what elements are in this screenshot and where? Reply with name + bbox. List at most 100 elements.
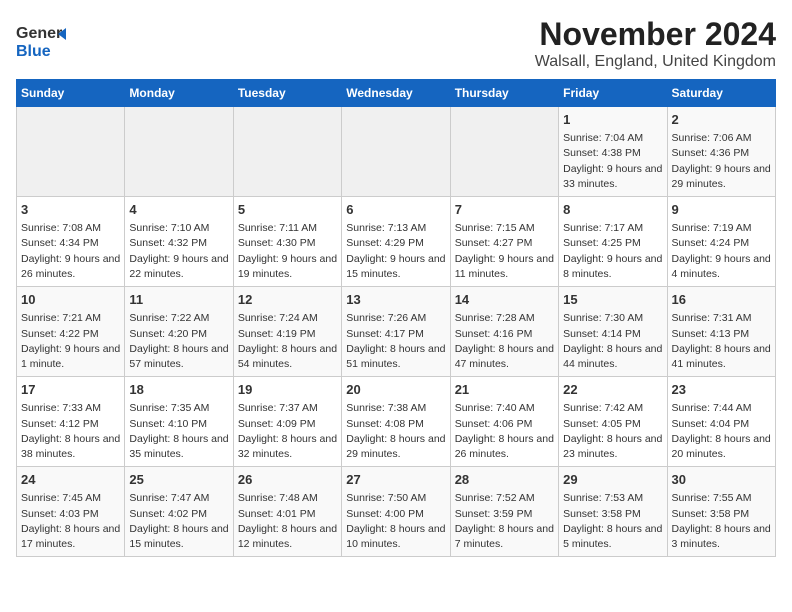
day-info: Sunrise: 7:13 AM Sunset: 4:29 PM Dayligh…	[346, 221, 445, 282]
calendar-cell: 29 Sunrise: 7:53 AM Sunset: 3:58 PM Dayli…	[559, 467, 667, 557]
calendar-cell: 30Sunrise: 7:55 AM Sunset: 3:58 PM Dayli…	[667, 467, 775, 557]
day-number: 6	[346, 201, 445, 219]
day-number: 11	[129, 291, 228, 309]
calendar-week-row: 3 Sunrise: 7:08 AM Sunset: 4:34 PM Daylig…	[17, 197, 776, 287]
calendar-table: SundayMondayTuesdayWednesdayThursdayFrid…	[16, 79, 776, 557]
calendar-cell: 7Sunrise: 7:15 AM Sunset: 4:27 PM Daylig…	[450, 197, 558, 287]
title-area: November 2024 Walsall, England, United K…	[535, 16, 776, 71]
calendar-cell: 14 Sunrise: 7:28 AM Sunset: 4:16 PM Dayli…	[450, 287, 558, 377]
day-number: 1	[563, 111, 662, 129]
weekday-header: Saturday	[667, 80, 775, 107]
svg-text:Blue: Blue	[16, 43, 51, 60]
day-number: 26	[238, 471, 337, 489]
calendar-week-row: 24Sunrise: 7:45 AM Sunset: 4:03 PM Dayli…	[17, 467, 776, 557]
day-info: Sunrise: 7:31 AM Sunset: 4:13 PM Dayligh…	[672, 311, 771, 372]
day-number: 10	[21, 291, 120, 309]
calendar-cell: 9Sunrise: 7:19 AM Sunset: 4:24 PM Daylig…	[667, 197, 775, 287]
day-number: 29	[563, 471, 662, 489]
calendar-cell: 6 Sunrise: 7:13 AM Sunset: 4:29 PM Daylig…	[342, 197, 450, 287]
day-number: 27	[346, 471, 445, 489]
calendar-cell	[125, 107, 233, 197]
calendar-week-row: 1 Sunrise: 7:04 AM Sunset: 4:38 PM Daylig…	[17, 107, 776, 197]
calendar-cell	[17, 107, 125, 197]
weekday-header: Wednesday	[342, 80, 450, 107]
header: General Blue November 2024 Walsall, Engl…	[16, 16, 776, 71]
day-info: Sunrise: 7:40 AM Sunset: 4:06 PM Dayligh…	[455, 401, 554, 462]
calendar-cell: 15 Sunrise: 7:30 AM Sunset: 4:14 PM Dayli…	[559, 287, 667, 377]
location-subtitle: Walsall, England, United Kingdom	[535, 53, 776, 71]
day-info: Sunrise: 7:44 AM Sunset: 4:04 PM Dayligh…	[672, 401, 771, 462]
weekday-header: Friday	[559, 80, 667, 107]
calendar-cell	[342, 107, 450, 197]
svg-text:General: General	[16, 25, 66, 42]
calendar-cell: 25 Sunrise: 7:47 AM Sunset: 4:02 PM Dayli…	[125, 467, 233, 557]
calendar-cell: 17 Sunrise: 7:33 AM Sunset: 4:12 PM Dayli…	[17, 377, 125, 467]
day-info: Sunrise: 7:24 AM Sunset: 4:19 PM Dayligh…	[238, 311, 337, 372]
day-number: 21	[455, 381, 554, 399]
day-info: Sunrise: 7:28 AM Sunset: 4:16 PM Dayligh…	[455, 311, 554, 372]
weekday-header: Tuesday	[233, 80, 341, 107]
day-info: Sunrise: 7:33 AM Sunset: 4:12 PM Dayligh…	[21, 401, 120, 462]
day-number: 3	[21, 201, 120, 219]
day-number: 15	[563, 291, 662, 309]
day-info: Sunrise: 7:08 AM Sunset: 4:34 PM Dayligh…	[21, 221, 120, 282]
calendar-cell: 8 Sunrise: 7:17 AM Sunset: 4:25 PM Daylig…	[559, 197, 667, 287]
day-info: Sunrise: 7:38 AM Sunset: 4:08 PM Dayligh…	[346, 401, 445, 462]
calendar-cell: 1 Sunrise: 7:04 AM Sunset: 4:38 PM Daylig…	[559, 107, 667, 197]
day-info: Sunrise: 7:47 AM Sunset: 4:02 PM Dayligh…	[129, 491, 228, 552]
calendar-cell: 11 Sunrise: 7:22 AM Sunset: 4:20 PM Dayli…	[125, 287, 233, 377]
day-number: 9	[672, 201, 771, 219]
day-info: Sunrise: 7:52 AM Sunset: 3:59 PM Dayligh…	[455, 491, 554, 552]
day-info: Sunrise: 7:11 AM Sunset: 4:30 PM Dayligh…	[238, 221, 337, 282]
logo: General Blue	[16, 16, 66, 66]
day-number: 13	[346, 291, 445, 309]
calendar-cell: 24Sunrise: 7:45 AM Sunset: 4:03 PM Dayli…	[17, 467, 125, 557]
day-info: Sunrise: 7:53 AM Sunset: 3:58 PM Dayligh…	[563, 491, 662, 552]
day-info: Sunrise: 7:50 AM Sunset: 4:00 PM Dayligh…	[346, 491, 445, 552]
weekday-header-row: SundayMondayTuesdayWednesdayThursdayFrid…	[17, 80, 776, 107]
weekday-header: Thursday	[450, 80, 558, 107]
day-info: Sunrise: 7:55 AM Sunset: 3:58 PM Dayligh…	[672, 491, 771, 552]
calendar-cell: 13 Sunrise: 7:26 AM Sunset: 4:17 PM Dayli…	[342, 287, 450, 377]
month-title: November 2024	[535, 16, 776, 53]
day-info: Sunrise: 7:15 AM Sunset: 4:27 PM Dayligh…	[455, 221, 554, 282]
calendar-cell: 4 Sunrise: 7:10 AM Sunset: 4:32 PM Daylig…	[125, 197, 233, 287]
day-info: Sunrise: 7:35 AM Sunset: 4:10 PM Dayligh…	[129, 401, 228, 462]
day-number: 25	[129, 471, 228, 489]
calendar-week-row: 10 Sunrise: 7:21 AM Sunset: 4:22 PM Dayli…	[17, 287, 776, 377]
calendar-cell: 21 Sunrise: 7:40 AM Sunset: 4:06 PM Dayli…	[450, 377, 558, 467]
day-number: 14	[455, 291, 554, 309]
calendar-cell	[450, 107, 558, 197]
calendar-cell: 16Sunrise: 7:31 AM Sunset: 4:13 PM Dayli…	[667, 287, 775, 377]
day-info: Sunrise: 7:22 AM Sunset: 4:20 PM Dayligh…	[129, 311, 228, 372]
calendar-cell: 20Sunrise: 7:38 AM Sunset: 4:08 PM Dayli…	[342, 377, 450, 467]
day-number: 28	[455, 471, 554, 489]
day-info: Sunrise: 7:37 AM Sunset: 4:09 PM Dayligh…	[238, 401, 337, 462]
day-number: 4	[129, 201, 228, 219]
day-info: Sunrise: 7:21 AM Sunset: 4:22 PM Dayligh…	[21, 311, 120, 372]
calendar-cell: 12 Sunrise: 7:24 AM Sunset: 4:19 PM Dayli…	[233, 287, 341, 377]
day-number: 17	[21, 381, 120, 399]
calendar-cell: 18Sunrise: 7:35 AM Sunset: 4:10 PM Dayli…	[125, 377, 233, 467]
calendar-cell	[233, 107, 341, 197]
day-info: Sunrise: 7:04 AM Sunset: 4:38 PM Dayligh…	[563, 131, 662, 192]
day-info: Sunrise: 7:10 AM Sunset: 4:32 PM Dayligh…	[129, 221, 228, 282]
calendar-cell: 19Sunrise: 7:37 AM Sunset: 4:09 PM Dayli…	[233, 377, 341, 467]
calendar-week-row: 17 Sunrise: 7:33 AM Sunset: 4:12 PM Dayli…	[17, 377, 776, 467]
day-info: Sunrise: 7:17 AM Sunset: 4:25 PM Dayligh…	[563, 221, 662, 282]
day-number: 22	[563, 381, 662, 399]
day-info: Sunrise: 7:42 AM Sunset: 4:05 PM Dayligh…	[563, 401, 662, 462]
day-number: 8	[563, 201, 662, 219]
day-number: 12	[238, 291, 337, 309]
day-info: Sunrise: 7:30 AM Sunset: 4:14 PM Dayligh…	[563, 311, 662, 372]
logo-icon: General Blue	[16, 16, 66, 66]
weekday-header: Monday	[125, 80, 233, 107]
day-number: 23	[672, 381, 771, 399]
weekday-header: Sunday	[17, 80, 125, 107]
day-info: Sunrise: 7:26 AM Sunset: 4:17 PM Dayligh…	[346, 311, 445, 372]
calendar-cell: 22 Sunrise: 7:42 AM Sunset: 4:05 PM Dayli…	[559, 377, 667, 467]
day-info: Sunrise: 7:48 AM Sunset: 4:01 PM Dayligh…	[238, 491, 337, 552]
calendar-cell: 5Sunrise: 7:11 AM Sunset: 4:30 PM Daylig…	[233, 197, 341, 287]
calendar-cell: 28 Sunrise: 7:52 AM Sunset: 3:59 PM Dayli…	[450, 467, 558, 557]
calendar-cell: 23 Sunrise: 7:44 AM Sunset: 4:04 PM Dayli…	[667, 377, 775, 467]
